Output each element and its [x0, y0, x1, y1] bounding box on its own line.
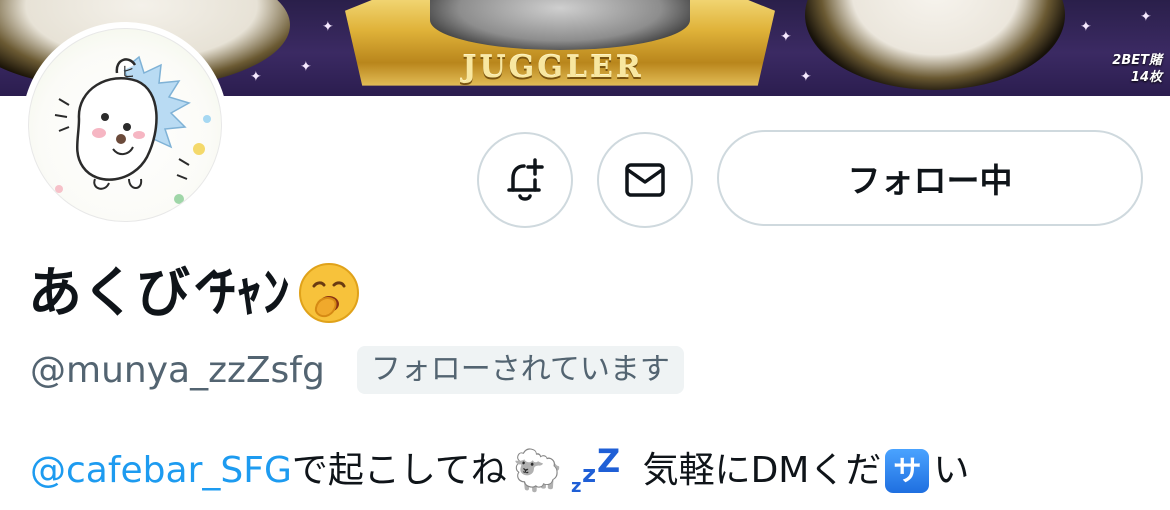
following-button[interactable]: フォロー中 — [717, 130, 1143, 226]
mail-icon — [625, 163, 665, 197]
zzz-text: zzZ — [571, 446, 620, 496]
banner-star: ✦ — [250, 69, 262, 85]
display-name-text: あくび́ ﾁｬﾝ — [28, 261, 290, 324]
display-name: あくび́ ﾁｬﾝ — [28, 258, 360, 328]
message-button[interactable] — [597, 132, 693, 228]
banner-bet-label: 2BET賭 14枚 — [1112, 53, 1162, 85]
profile-bio: @cafebar_SFG で起こしてね 🐑 zzZ 気軽にDMくだ サ い — [30, 446, 969, 496]
handle-row: @munya_zzZsfg フォローされています — [30, 346, 684, 394]
bio-text: で起こしてね — [291, 450, 507, 491]
banner-star: ✦ — [322, 19, 334, 35]
banner-star: ✦ — [780, 29, 792, 45]
banner-juggler-label: JUGGLER — [462, 50, 644, 85]
sheep-emoji-icon: 🐑 — [512, 448, 563, 494]
banner-reel-right — [805, 0, 1065, 90]
banner-star: ✦ — [800, 69, 812, 85]
bio-text-end: い — [933, 450, 970, 491]
banner-star: ✦ — [300, 59, 312, 75]
bio-text-dm: 気軽にDMくだ — [642, 450, 882, 491]
bio-mention-link[interactable]: @cafebar_SFG — [30, 446, 292, 496]
notifications-button[interactable] — [477, 132, 573, 228]
avatar-image: ヒ — [28, 28, 222, 222]
bell-plus-icon — [507, 158, 544, 201]
zzz-emoji-icon: zzZ — [571, 446, 620, 496]
yawning-face-emoji-icon — [298, 263, 359, 323]
following-button-label: フォロー中 — [847, 161, 1013, 200]
profile-avatar[interactable]: ヒ — [22, 22, 228, 228]
svg-text:ヒ: ヒ — [121, 65, 135, 81]
sa-emoji-icon: サ — [885, 449, 930, 493]
user-handle: @munya_zzZsfg — [30, 349, 325, 391]
banner-star: ✦ — [1140, 9, 1152, 25]
banner-star: ✦ — [1080, 19, 1092, 35]
hamster-illustration: ヒ — [54, 55, 211, 204]
follows-you-badge: フォローされています — [356, 346, 684, 394]
